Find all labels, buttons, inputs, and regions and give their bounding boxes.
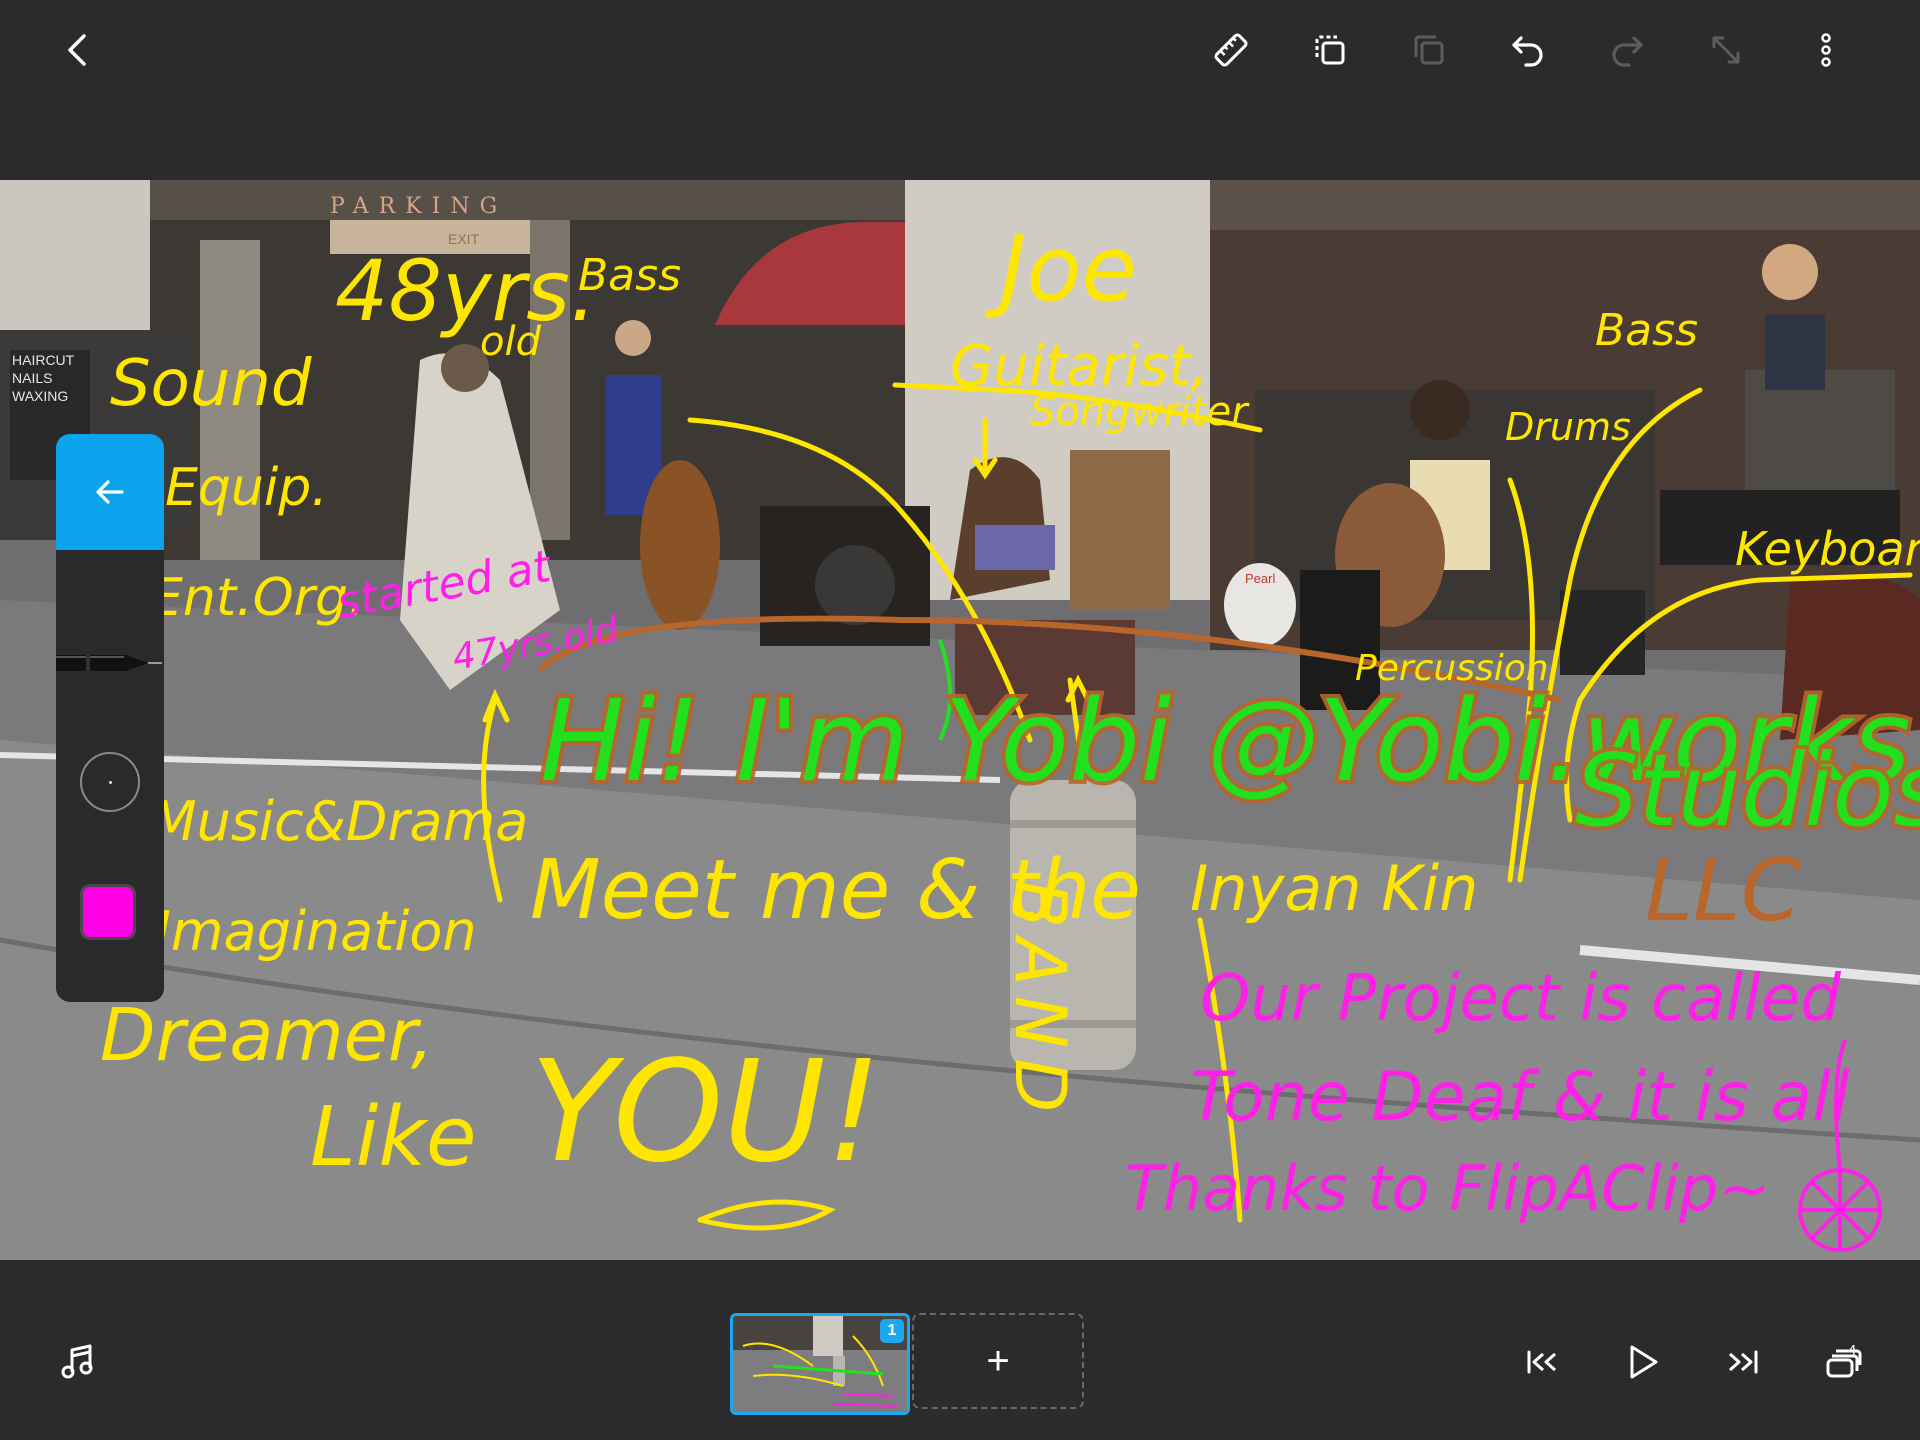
annotation-sound: Sound — [110, 347, 312, 421]
transform-button[interactable] — [1698, 22, 1754, 78]
annotation-bass-right: Bass — [1595, 305, 1698, 356]
add-frame-button[interactable]: + — [912, 1313, 1084, 1409]
annotation-project-line3: Thanks to FlipAClip~ — [1125, 1152, 1770, 1225]
arrow-left-icon — [96, 480, 124, 504]
skip-to-end-icon — [1729, 1350, 1758, 1374]
undo-button[interactable] — [1500, 22, 1556, 78]
copy-frame-button[interactable] — [1302, 22, 1358, 78]
top-toolbar — [0, 0, 1920, 180]
skip-to-start-icon — [1527, 1350, 1556, 1374]
brush-size-button[interactable] — [80, 752, 140, 812]
annotation-studios: Studios — [1575, 732, 1920, 849]
annotation-band: BAND — [999, 880, 1081, 1122]
play-button[interactable] — [1612, 1332, 1672, 1392]
annotation-started: started at — [333, 541, 556, 629]
annotation-age-48: 48yrs. — [335, 242, 597, 340]
more-options-button[interactable] — [1798, 22, 1854, 78]
annotation-dreamer: Dreamer, — [100, 993, 434, 1077]
annotation-inyan-kin: Inyan Kin — [1190, 852, 1478, 925]
annotation-joe: Joe — [985, 217, 1137, 322]
layers-button[interactable] — [1812, 1332, 1872, 1392]
frame-number-badge: 1 — [880, 1319, 904, 1343]
frame-thumbnail-1[interactable]: 1 — [730, 1313, 910, 1415]
redo-icon — [1612, 36, 1643, 67]
drawing-canvas[interactable]: PARKING EXIT HAIRCUT NAILS WAXING Pearl — [0, 180, 1920, 1260]
annotation-songwriter: Songwriter — [1030, 389, 1250, 435]
drawing-tool-panel — [56, 434, 164, 1002]
annotation-project-line1: Our Project is called — [1200, 962, 1841, 1036]
ruler-icon — [1214, 33, 1248, 67]
annotation-llc: LLC — [1645, 841, 1801, 941]
first-frame-button[interactable] — [1513, 1332, 1573, 1392]
annotation-started-age: 47yrs.old — [449, 609, 622, 679]
pen-icon — [56, 655, 162, 671]
play-icon — [1630, 1345, 1658, 1379]
annotation-equip: Equip. — [165, 458, 328, 518]
drawing-layer: Sound Equip. Ent.Org. Music&Drama Imagin… — [100, 217, 1920, 1252]
layers-count: 4 — [1848, 1342, 1857, 1359]
annotation-old: old — [480, 319, 542, 365]
paste-frame-button[interactable] — [1401, 22, 1457, 78]
copy-frame-icon — [1315, 35, 1345, 65]
back-button[interactable] — [50, 22, 106, 78]
expand-icon — [1712, 36, 1740, 64]
annotation-imagination: Imagination — [155, 900, 477, 963]
annotation-bass-left: Bass — [578, 250, 681, 301]
more-vertical-icon — [1821, 33, 1831, 67]
pen-tool-button[interactable] — [56, 619, 164, 709]
paste-frame-icon — [1414, 35, 1444, 65]
annotation-drums: Drums — [1505, 405, 1631, 449]
ruler-button[interactable] — [1203, 22, 1259, 78]
last-frame-button[interactable] — [1712, 1332, 1772, 1392]
music-button[interactable] — [48, 1332, 108, 1392]
annotation-music-drama: Music&Drama — [150, 790, 528, 853]
chevron-left-icon — [68, 34, 86, 66]
annotation-like: Like — [310, 1090, 476, 1185]
brush-color-button[interactable] — [80, 884, 136, 940]
annotation-you: YOU! — [530, 1031, 882, 1194]
collapse-tools-button[interactable] — [56, 434, 164, 550]
layers-icon — [1826, 1349, 1862, 1378]
redo-button[interactable] — [1599, 22, 1655, 78]
music-note-icon — [61, 1344, 93, 1379]
annotation-ent-org: Ent.Org. — [150, 568, 365, 628]
undo-icon — [1512, 36, 1543, 67]
annotation-project-line2: Tone Deaf & it is all — [1190, 1058, 1850, 1137]
annotation-keyboard: Keyboard — [1735, 522, 1920, 576]
